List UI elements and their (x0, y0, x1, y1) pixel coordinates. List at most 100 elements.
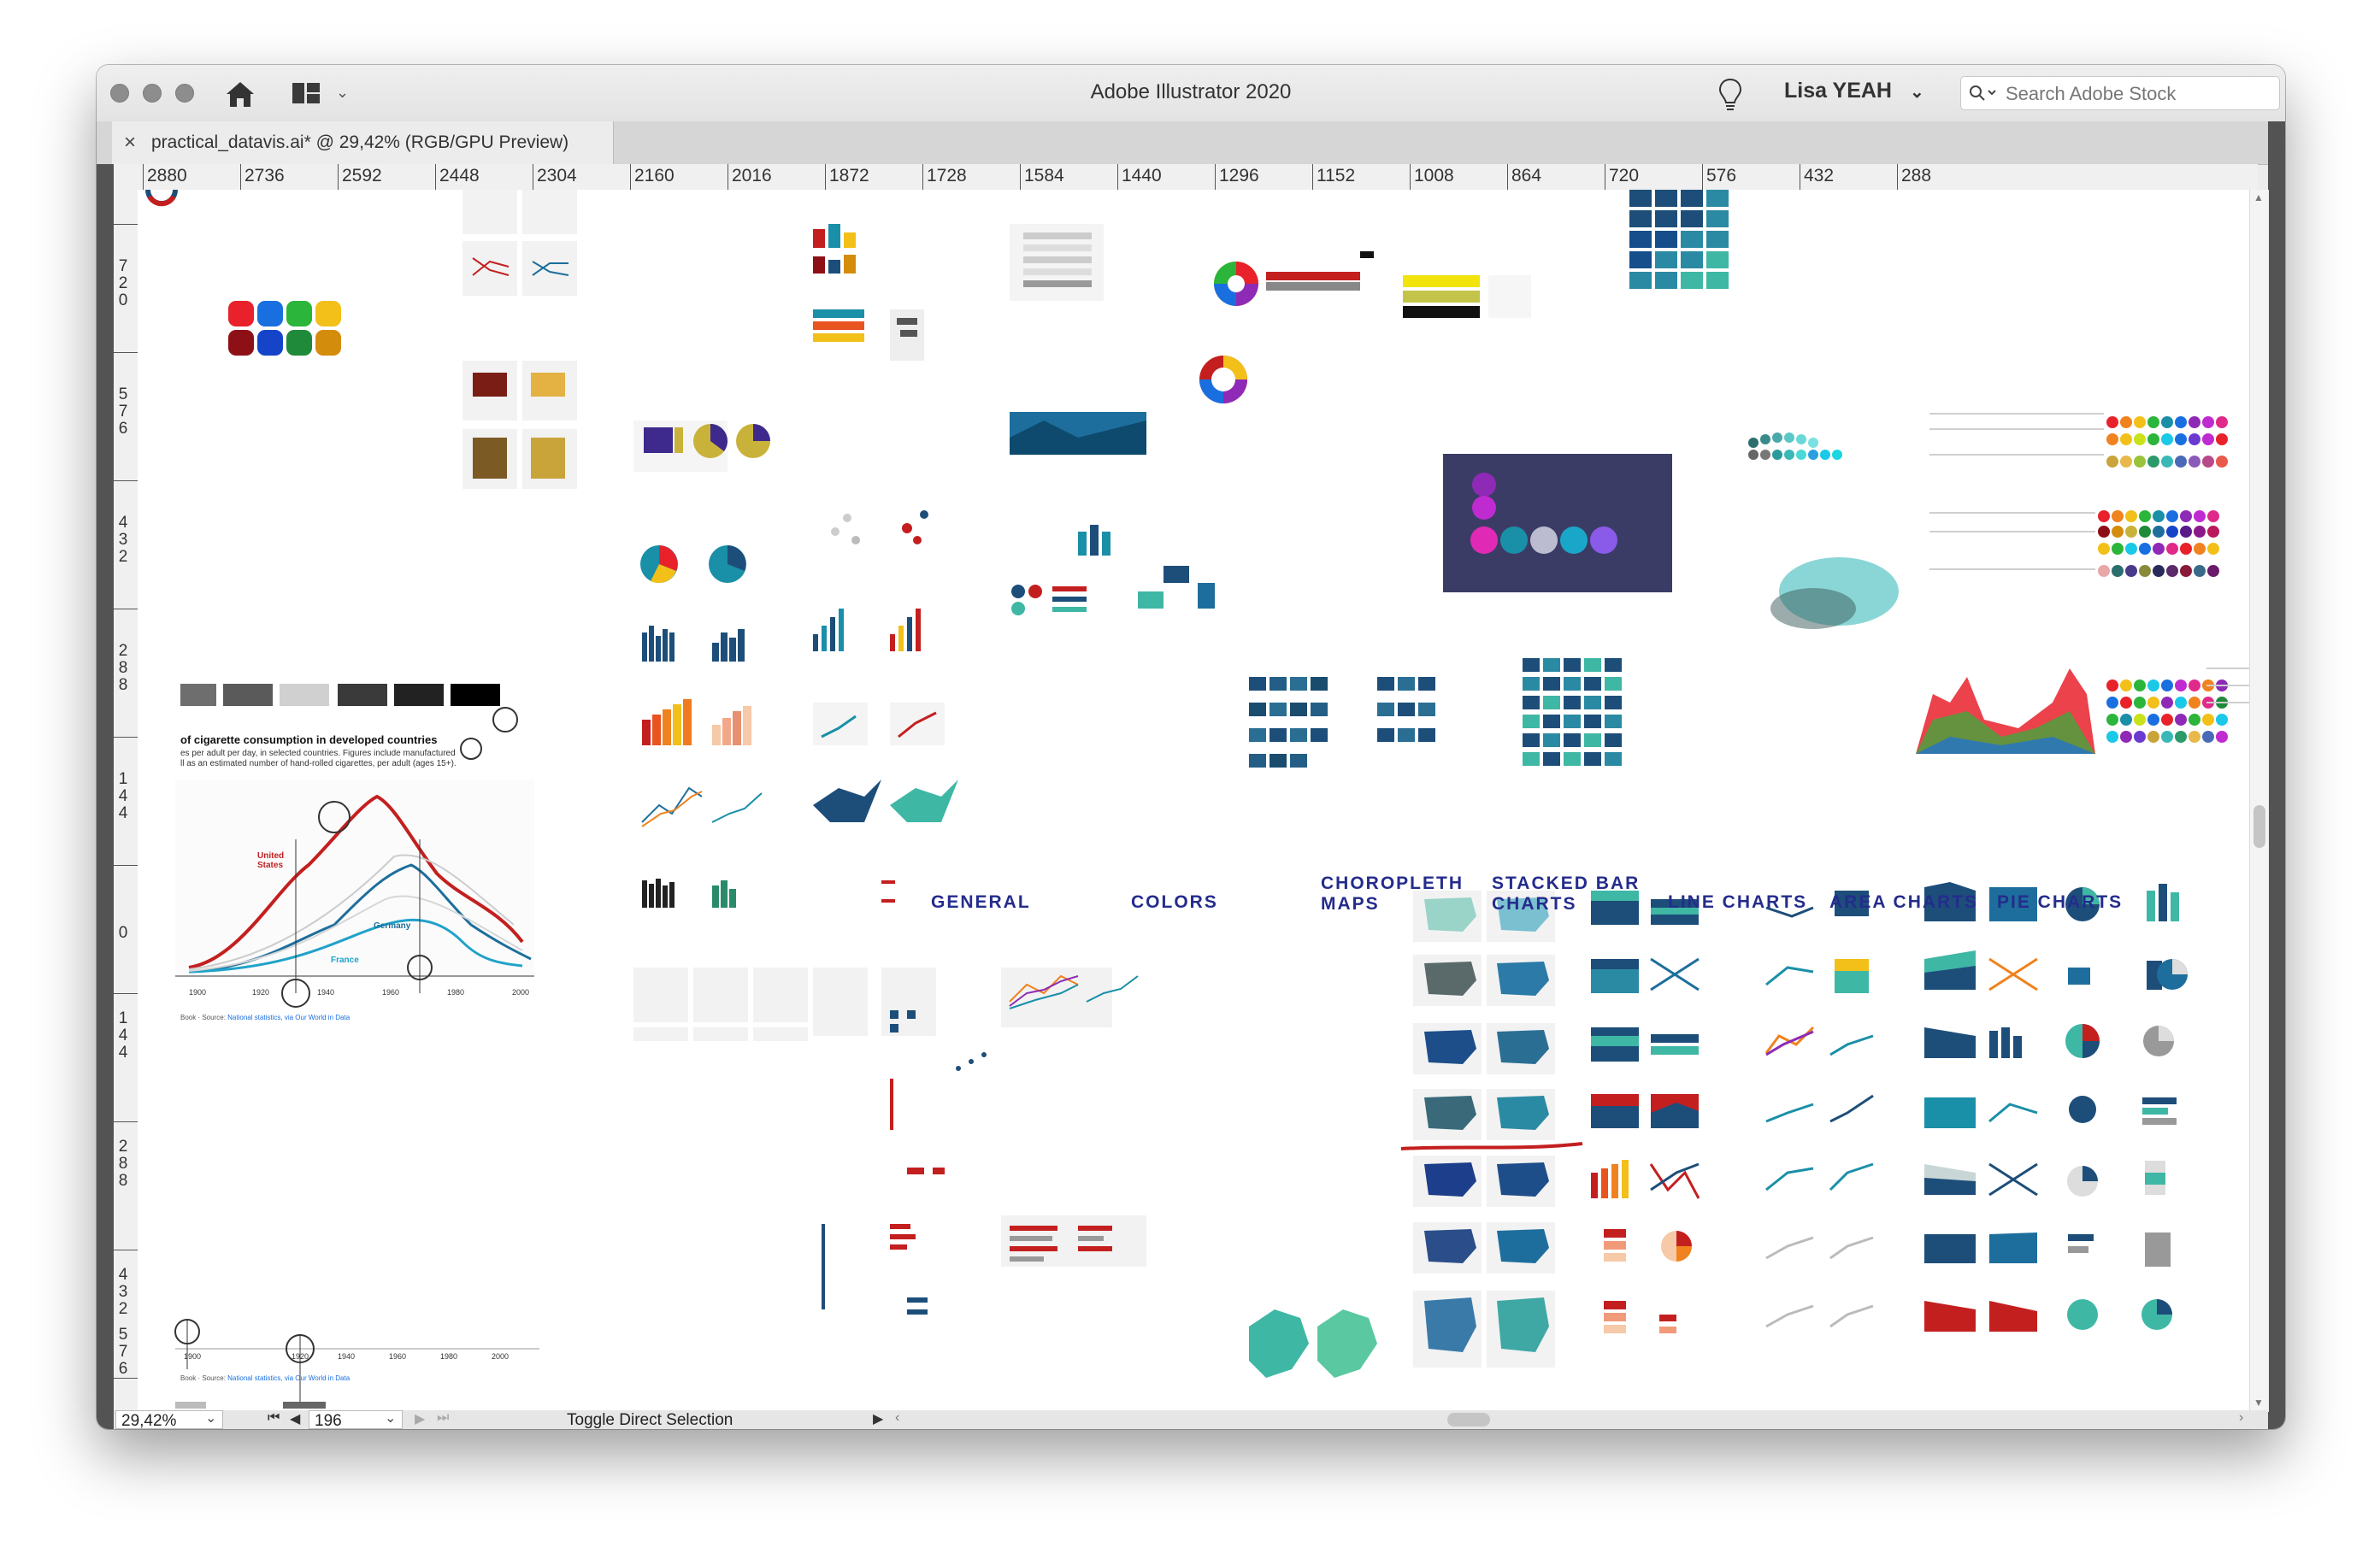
document-tab[interactable]: × practical_datavis.ai* @ 29,42% (RGB/GP… (112, 121, 614, 164)
next-page-icon[interactable]: ▶ (415, 1410, 425, 1427)
cig-chart-title: of cigarette consumption in developed co… (180, 733, 438, 746)
tools-panel-edge (97, 164, 114, 1429)
ruler-label: 2304 (533, 164, 577, 190)
status-bar: 29,42% ⌄ ⏮ ◀ 196 ⌄ ▶ ⏭ Toggle Direct Sel… (114, 1410, 2268, 1429)
ruler-tick (114, 480, 138, 481)
ruler-label: 1728 (922, 164, 967, 190)
ruler-label: 2160 (630, 164, 675, 190)
ruler-label: 1584 (1020, 164, 1064, 190)
section-title-choropleth-maps: CHOROPLETH MAPS (1321, 874, 1464, 914)
close-icon[interactable]: × (124, 131, 136, 155)
illustrator-window: ⌄ Adobe Illustrator 2020 Lisa YEAH ⌄ Sea… (97, 65, 2285, 1429)
section-title-line-charts: LINE CHARTS (1668, 892, 1808, 912)
cig-source-prefix: Book · Source: (180, 1014, 228, 1021)
ruler-tick (114, 865, 138, 866)
cig-x-tick: 1920 (252, 988, 270, 997)
section-title-stacked-bar-charts: STACKED BAR CHARTS (1492, 874, 1641, 914)
horizontal-ruler[interactable]: 2880 2736 2592 2448 2304 2160 2016 1872 … (126, 164, 2258, 191)
scroll-down-icon[interactable]: ▼ (2253, 1397, 2264, 1409)
ruler-label: 576 (118, 1326, 128, 1378)
artboard-artwork (145, 190, 2249, 1409)
series-label-germany: Germany (374, 921, 411, 931)
ruler-tick (114, 737, 138, 738)
timeline-x-tick: 1960 (389, 1352, 407, 1361)
vertical-scroll-thumb[interactable] (2253, 805, 2265, 848)
ruler-tick (114, 224, 138, 225)
horizontal-scroll-thumb[interactable] (1447, 1413, 1490, 1427)
artboard-number-field[interactable]: 196 ⌄ (309, 1410, 403, 1429)
ruler-label: 720 (118, 257, 128, 309)
title-bar: ⌄ Adobe Illustrator 2020 Lisa YEAH ⌄ Sea… (97, 65, 2285, 122)
last-page-icon[interactable]: ⏭ (437, 1410, 449, 1426)
timeline-x-tick: 1980 (440, 1352, 458, 1361)
vertical-ruler[interactable]: 720 576 432 288 144 0 144 288 432 576 (114, 190, 138, 1412)
panel-edge (2268, 121, 2285, 1429)
section-title-colors: COLORS (1131, 892, 1218, 912)
search-icon (1970, 85, 1996, 101)
chevron-down-icon[interactable]: ⌄ (385, 1409, 396, 1427)
artboard-canvas[interactable]: GENERAL COLORS CHOROPLETH MAPS STACKED B… (138, 190, 2258, 1412)
timeline-source-prefix: Book · Source: (180, 1374, 228, 1382)
ruler-label: 1152 (1312, 164, 1355, 190)
ruler-label: 432 (118, 514, 128, 566)
ruler-label: 1440 (1117, 164, 1162, 190)
ruler-label: 288 (1897, 164, 1931, 190)
ruler-label: 1296 (1215, 164, 1259, 190)
ruler-tick (114, 993, 138, 994)
chevron-down-icon[interactable]: ⌄ (205, 1409, 216, 1427)
artboard-number: 196 (315, 1412, 342, 1429)
stock-search-field[interactable]: Search Adobe Stock (1960, 76, 2280, 110)
ruler-label: 432 (1800, 164, 1834, 190)
cig-chart-subtitle-2: ll as an estimated number of hand-rolled… (180, 759, 457, 768)
first-page-icon[interactable]: ⏮ (268, 1410, 280, 1426)
zoom-value: 29,42% (121, 1412, 177, 1429)
zoom-field[interactable]: 29,42% ⌄ (115, 1410, 223, 1429)
cig-source-link: National statistics, via Our World in Da… (227, 1014, 351, 1021)
timeline-source: Book · Source: National statistics, via … (180, 1374, 350, 1382)
ruler-tick (114, 352, 138, 353)
ruler-label: 2592 (338, 164, 382, 190)
cig-x-tick: 1900 (189, 988, 207, 997)
lightbulb-icon[interactable] (1717, 77, 1743, 111)
vertical-scrollbar[interactable]: ▲ ▼ (2249, 190, 2269, 1412)
status-menu-icon[interactable]: ▶ (873, 1410, 883, 1427)
scroll-right-icon[interactable]: › (2239, 1410, 2243, 1426)
timeline-x-tick: 1900 (184, 1352, 202, 1361)
document-tab-bar: × practical_datavis.ai* @ 29,42% (RGB/GP… (97, 121, 2285, 165)
ruler-tick (114, 1121, 138, 1122)
chevron-down-icon: ⌄ (1909, 83, 1924, 102)
scroll-up-icon[interactable]: ▲ (2253, 191, 2264, 203)
series-label-france: France (331, 956, 359, 965)
cig-x-tick: 1960 (382, 988, 400, 997)
cig-source: Book · Source: National statistics, via … (180, 1014, 350, 1021)
series-label-united-states: United States (257, 851, 285, 870)
ruler-label: 2016 (728, 164, 772, 190)
prev-page-icon[interactable]: ◀ (290, 1410, 300, 1427)
ruler-tick (114, 1378, 138, 1379)
cig-x-tick: 2000 (512, 988, 530, 997)
ruler-label: 288 (118, 642, 128, 694)
ruler-label: 2448 (435, 164, 480, 190)
cig-x-tick: 1940 (317, 988, 335, 997)
section-title-area-charts: AREA CHARTS (1829, 892, 1979, 912)
ruler-label: 576 (1702, 164, 1736, 190)
ruler-label: 2736 (240, 164, 285, 190)
ruler-label: 1872 (825, 164, 869, 190)
ruler-label: 288 (118, 1138, 128, 1190)
ruler-label: 432 (118, 1266, 128, 1318)
ruler-label: 1008 (1410, 164, 1454, 190)
document-tab-label: practical_datavis.ai* @ 29,42% (RGB/GPU … (151, 132, 569, 152)
ruler-label: 144 (118, 770, 128, 822)
app-title: Adobe Illustrator 2020 (1090, 80, 1292, 103)
scroll-left-icon[interactable]: ‹ (895, 1410, 899, 1426)
cig-chart-subtitle-1: es per adult per day, in selected countr… (180, 749, 456, 758)
current-tool-status: Toggle Direct Selection (567, 1411, 733, 1429)
section-title-pie-charts: PIE CHARTS (1997, 892, 2124, 912)
user-menu[interactable]: Lisa YEAH ⌄ (1784, 79, 1924, 103)
cig-x-tick: 1980 (447, 988, 465, 997)
ruler-label: 576 (118, 385, 128, 438)
user-name: Lisa YEAH (1784, 79, 1892, 103)
ruler-label: 2880 (143, 164, 187, 190)
timeline-x-tick: 1920 (292, 1352, 309, 1361)
search-placeholder: Search Adobe Stock (2006, 83, 2177, 104)
